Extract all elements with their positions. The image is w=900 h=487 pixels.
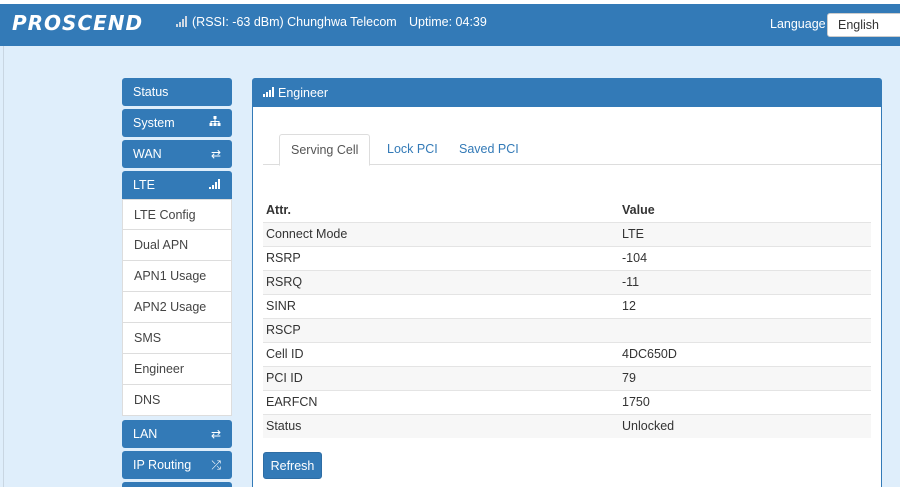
brand-logo: PROSCEND bbox=[12, 11, 144, 35]
sidebar-item-ip-routing[interactable]: IP Routing ⤮ bbox=[122, 451, 232, 479]
table-row: Status Unlocked bbox=[263, 413, 871, 438]
row-attr: RSRP bbox=[263, 245, 619, 270]
row-value: 4DC650D bbox=[619, 341, 871, 366]
sitemap-icon bbox=[209, 116, 221, 130]
language-label: Language bbox=[770, 17, 826, 31]
sidebar-item-lan[interactable]: LAN ⇄ bbox=[122, 420, 232, 448]
sidebar-item-label: WAN bbox=[133, 147, 162, 161]
table-row: Connect Mode LTE bbox=[263, 221, 871, 246]
table-header-row: Attr. Value bbox=[263, 199, 871, 222]
row-value: 79 bbox=[619, 365, 871, 390]
exchange-icon: ⇄ bbox=[210, 147, 221, 161]
row-value: -11 bbox=[619, 269, 871, 294]
sidebar-sub-apn2-usage[interactable]: APN2 Usage bbox=[122, 292, 232, 323]
row-value: -104 bbox=[619, 245, 871, 270]
row-value: Unlocked bbox=[619, 413, 871, 438]
sidebar-item-wan[interactable]: WAN ⇄ bbox=[122, 140, 232, 168]
row-attr: Status bbox=[263, 413, 619, 438]
row-value: 1750 bbox=[619, 389, 871, 414]
row-attr: RSCP bbox=[263, 317, 619, 342]
sidebar-sub-dual-apn[interactable]: Dual APN bbox=[122, 230, 232, 261]
tab-saved-pci[interactable]: Saved PCI bbox=[448, 134, 530, 165]
signal-icon bbox=[209, 178, 221, 192]
row-value bbox=[619, 317, 871, 342]
sidebar-item-status[interactable]: Status bbox=[122, 78, 232, 106]
uptime-status: Uptime: 04:39 bbox=[409, 15, 487, 29]
tab-bar: Serving Cell Lock PCI Saved PCI bbox=[263, 134, 881, 166]
engineer-panel: Engineer Serving Cell Lock PCI Saved PCI… bbox=[252, 78, 882, 487]
signal-strength-icon bbox=[176, 16, 188, 27]
signal-icon bbox=[263, 87, 275, 97]
rssi-status: (RSSI: -63 dBm) Chunghwa Telecom bbox=[192, 15, 397, 29]
sidebar-sub-dns[interactable]: DNS bbox=[122, 385, 232, 416]
table-row: EARFCN 1750 bbox=[263, 389, 871, 414]
table-row: RSCP bbox=[263, 317, 871, 342]
sidebar-sub-lte-config[interactable]: LTE Config bbox=[122, 199, 232, 230]
sidebar-item-label: IP Routing bbox=[133, 458, 192, 472]
refresh-button[interactable]: Refresh bbox=[263, 452, 322, 479]
left-divider bbox=[3, 46, 4, 487]
sidebar-item-label: LTE bbox=[133, 178, 155, 192]
column-header-value: Value bbox=[622, 203, 655, 218]
row-attr: RSRQ bbox=[263, 269, 619, 294]
top-bar: PROSCEND (RSSI: -63 dBm) Chunghwa Teleco… bbox=[0, 0, 900, 46]
table-row: RSRQ -11 bbox=[263, 269, 871, 294]
sidebar-item-partial[interactable] bbox=[122, 482, 232, 487]
column-header-attr: Attr. bbox=[266, 203, 291, 218]
table-row: RSRP -104 bbox=[263, 245, 871, 270]
shuffle-icon: ⤮ bbox=[211, 458, 221, 472]
sidebar: Status System WAN ⇄ LTE LTE Config Dual … bbox=[122, 78, 232, 487]
row-attr: EARFCN bbox=[263, 389, 619, 414]
exchange-icon: ⇄ bbox=[210, 427, 221, 441]
language-select[interactable]: English bbox=[827, 13, 900, 37]
row-value: LTE bbox=[619, 221, 871, 246]
panel-header: Engineer bbox=[253, 79, 881, 107]
sidebar-item-system[interactable]: System bbox=[122, 109, 232, 137]
table-row: Cell ID 4DC650D bbox=[263, 341, 871, 366]
sidebar-sub-apn1-usage[interactable]: APN1 Usage bbox=[122, 261, 232, 292]
serving-cell-table: Attr. Value Connect Mode LTE RSRP -104 RSRQ -… bbox=[263, 199, 871, 438]
tab-serving-cell[interactable]: Serving Cell bbox=[279, 134, 371, 166]
sidebar-item-label: LAN bbox=[133, 427, 158, 441]
tab-lock-pci[interactable]: Lock PCI bbox=[376, 134, 449, 165]
sidebar-item-label: System bbox=[133, 116, 175, 130]
sidebar-item-label: Status bbox=[133, 85, 169, 99]
sidebar-sub-sms[interactable]: SMS bbox=[122, 323, 232, 354]
sidebar-sub-engineer[interactable]: Engineer bbox=[122, 354, 232, 385]
row-attr: Connect Mode bbox=[263, 221, 619, 246]
row-attr: PCI ID bbox=[263, 365, 619, 390]
row-attr: SINR bbox=[263, 293, 619, 318]
table-row: SINR 12 bbox=[263, 293, 871, 318]
row-attr: Cell ID bbox=[263, 341, 619, 366]
table-row: PCI ID 79 bbox=[263, 365, 871, 390]
row-value: 12 bbox=[619, 293, 871, 318]
sidebar-item-lte[interactable]: LTE bbox=[122, 171, 232, 199]
panel-title: Engineer bbox=[278, 86, 329, 100]
